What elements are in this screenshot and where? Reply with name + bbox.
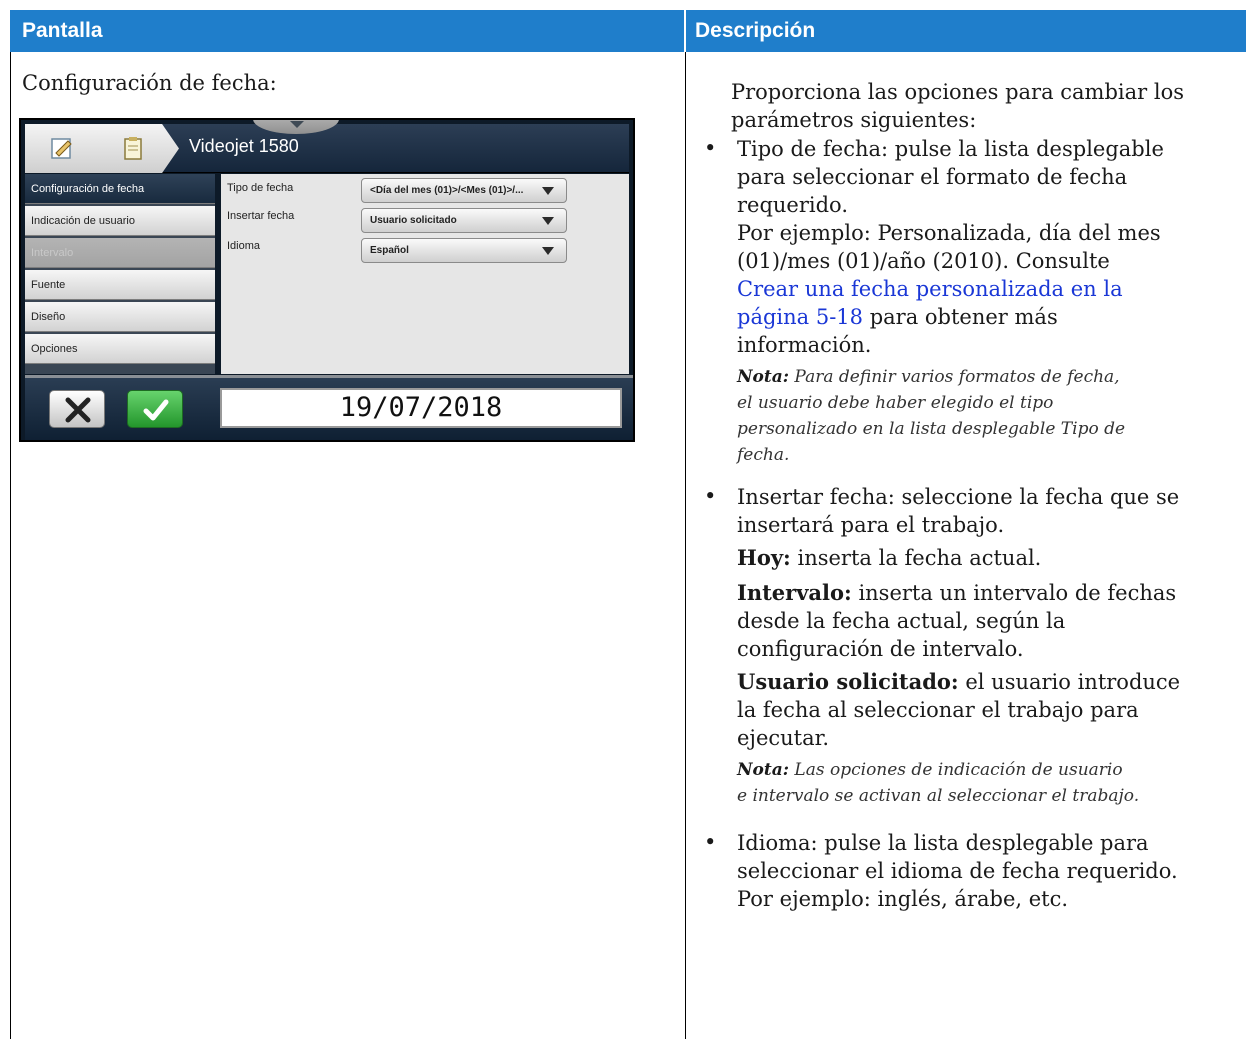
- clipboard-icon: [124, 137, 142, 160]
- tipo-fecha-dropdown[interactable]: <Día del mes (01)>/<Mes (01)>/...: [361, 178, 567, 203]
- bullet-idioma: •: [704, 830, 717, 854]
- sidebar-item-opciones[interactable]: Opciones: [25, 334, 215, 364]
- dropdown-arrow-icon: [542, 217, 554, 225]
- field-label-idioma: Idioma: [227, 240, 261, 252]
- custom-date-link-page[interactable]: página 5-18: [737, 305, 863, 329]
- note-2-label: Nota:: [737, 760, 790, 780]
- field-label-insertar-fecha: Insertar fecha: [227, 210, 295, 222]
- note-1-line-2: el usuario debe haber elegido el tipo: [737, 393, 1054, 413]
- idioma-line-1: Idioma: pulse la lista desplegable para: [737, 831, 1149, 855]
- custom-date-link[interactable]: Crear una fecha personalizada en la: [737, 277, 1123, 301]
- device-screenshot: Videojet 1580 Configuración de fecha Ind…: [19, 118, 635, 442]
- bullet-tipo-fecha: •: [704, 136, 717, 160]
- table-header: Pantalla Descripción: [10, 10, 1246, 52]
- device-sidebar: Configuración de fecha Indicación de usu…: [25, 174, 215, 374]
- idioma-value: Español: [370, 245, 409, 256]
- insertar-fecha-line-2: insertará para el trabajo.: [737, 513, 1005, 537]
- dropdown-arrow-icon: [542, 187, 554, 195]
- tipo-fecha-line-2: para seleccionar el formato de fecha: [737, 165, 1128, 189]
- edit-document-icon: [51, 138, 72, 159]
- note-2-text-1: Las opciones de indicación de usuario: [789, 760, 1123, 780]
- usuario-line-3: ejecutar.: [737, 726, 830, 750]
- tipo-fecha-line-5: (01)/mes (01)/año (2010). Consulte: [737, 249, 1110, 273]
- close-icon: [65, 397, 91, 423]
- intervalo-label: Intervalo:: [737, 580, 852, 605]
- dropdown-arrow-icon: [542, 247, 554, 255]
- idioma-dropdown[interactable]: Español: [361, 238, 567, 263]
- tipo-fecha-link-line-2: página 5-18 para obtener más: [737, 303, 1242, 331]
- tipo-fecha-line-8: información.: [737, 333, 872, 357]
- chevron-down-icon: [290, 121, 304, 128]
- check-icon: [143, 399, 169, 421]
- intervalo-text-1: inserta un intervalo de fechas: [851, 581, 1177, 605]
- screen-caption: Configuración de fecha:: [22, 71, 277, 95]
- hoy-label: Hoy:: [737, 545, 791, 570]
- after-link-text: para obtener más: [863, 305, 1058, 329]
- intervalo-line-3: configuración de intervalo.: [737, 637, 1024, 661]
- tipo-fecha-line-4: Por ejemplo: Personalizada, día del mes: [737, 221, 1161, 245]
- device-main-panel: Tipo de fecha <Día del mes (01)>/<Mes (0…: [221, 174, 629, 374]
- sidebar-item-intervalo: Intervalo: [25, 238, 215, 268]
- insertar-fecha-line-1: Insertar fecha: seleccione la fecha que …: [737, 485, 1180, 509]
- sidebar-item-indicacion-usuario[interactable]: Indicación de usuario: [25, 206, 215, 236]
- confirm-button[interactable]: [127, 390, 183, 428]
- intervalo-line-2: desde la fecha actual, según la: [737, 609, 1066, 633]
- sidebar-item-diseno[interactable]: Diseño: [25, 302, 215, 332]
- note-2-line-2: e intervalo se activan al seleccionar el…: [737, 786, 1140, 806]
- idioma-line-2: seleccionar el idioma de fecha requerido…: [737, 859, 1178, 883]
- insertar-fecha-dropdown[interactable]: Usuario solicitado: [361, 208, 567, 233]
- sidebar-item-fuente[interactable]: Fuente: [25, 270, 215, 300]
- device-bottom-bar: 19/07/2018: [25, 375, 633, 440]
- usuario-line-1: Usuario solicitado: el usuario introduce: [737, 668, 1242, 696]
- date-display: 19/07/2018: [220, 388, 622, 428]
- cancel-button[interactable]: [49, 390, 105, 428]
- tipo-fecha-value: <Día del mes (01)>/<Mes (01)>/...: [370, 185, 524, 196]
- header-pantalla: Pantalla: [22, 19, 103, 42]
- note-1-line-4: fecha.: [737, 445, 790, 465]
- header-descripcion: Descripción: [695, 19, 816, 42]
- note-1-line-1: Nota: Para definir varios formatos de fe…: [737, 364, 1237, 390]
- hoy-line: Hoy: inserta la fecha actual.: [737, 544, 1242, 572]
- field-label-tipo-fecha: Tipo de fecha: [227, 182, 294, 194]
- intervalo-line-1: Intervalo: inserta un intervalo de fecha…: [737, 579, 1242, 607]
- tipo-fecha-line-1: Tipo de fecha: pulse la lista desplegabl…: [737, 137, 1164, 161]
- bullet-insertar-fecha: •: [704, 484, 717, 508]
- note-1-label: Nota:: [737, 367, 790, 387]
- usuario-line-2: la fecha al seleccionar el trabajo para: [737, 698, 1139, 722]
- sidebar-item-configuracion-fecha[interactable]: Configuración de fecha: [25, 174, 215, 204]
- tipo-fecha-link-line-1: Crear una fecha personalizada en la: [737, 275, 1242, 303]
- intro-line-2: parámetros siguientes:: [731, 108, 977, 132]
- note-2-line-1: Nota: Las opciones de indicación de usua…: [737, 757, 1237, 783]
- note-1-text-1: Para definir varios formatos de fecha,: [789, 367, 1120, 387]
- column-divider: [685, 52, 686, 1039]
- usuario-text-1: el usuario introduce: [958, 670, 1181, 694]
- idioma-line-3: Por ejemplo: inglés, árabe, etc.: [737, 887, 1069, 911]
- device-top-bar: Videojet 1580: [25, 120, 629, 173]
- pull-down-tab[interactable]: [253, 120, 339, 134]
- insertar-fecha-value: Usuario solicitado: [370, 215, 457, 226]
- device-title: Videojet 1580: [189, 136, 299, 156]
- header-divider: [684, 10, 686, 52]
- hoy-text: inserta la fecha actual.: [790, 546, 1042, 570]
- note-1-line-3: personalizado en la lista desplegable Ti…: [737, 419, 1126, 439]
- tipo-fecha-line-3: requerido.: [737, 193, 849, 217]
- intro-line-1: Proporciona las opciones para cambiar lo…: [731, 80, 1184, 104]
- table-left-border: [10, 52, 11, 1039]
- usuario-label: Usuario solicitado:: [737, 669, 959, 694]
